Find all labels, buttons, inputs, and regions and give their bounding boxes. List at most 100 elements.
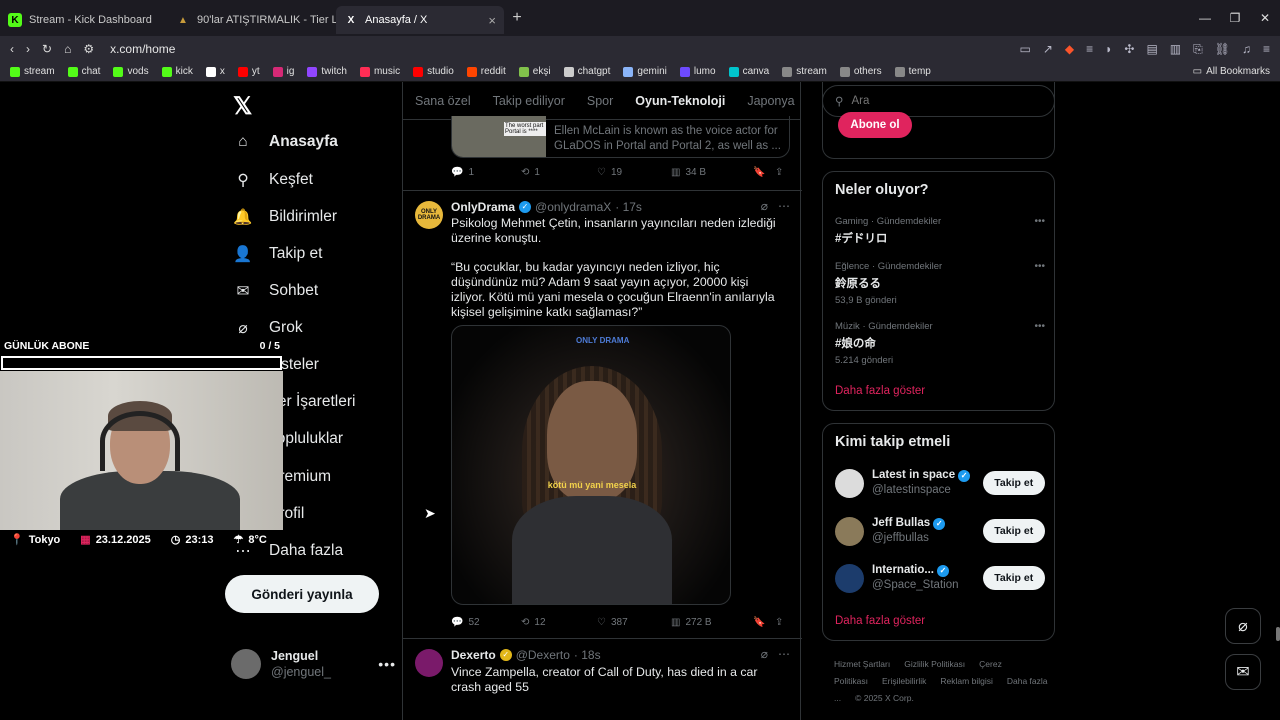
show-more-follow-link[interactable]: Daha fazla göster <box>835 615 925 627</box>
show-more-trends-link[interactable]: Daha fazla göster <box>835 385 925 397</box>
cast-icon[interactable]: ▭ <box>1019 42 1030 57</box>
link-card[interactable]: The worst part Portal is **** Ellen McLa… <box>451 116 790 158</box>
sidebar-icon[interactable]: ▤ <box>1146 42 1157 57</box>
share-button[interactable]: ⇪ <box>775 167 783 178</box>
tab-3[interactable]: Oyun-Teknoloji <box>635 94 725 108</box>
reload-icon[interactable]: ↻ <box>42 42 52 56</box>
tab-x-home[interactable]: X Anasayfa / X × <box>336 6 504 34</box>
views-button[interactable]: ▥ 34 B <box>671 167 753 178</box>
share-button[interactable]: ⇪ <box>775 617 783 628</box>
trend-item[interactable]: Müzik · Gündemdekiler #娘の命 5.214 gönderi ••… <box>835 321 1045 366</box>
shield-icon[interactable]: ◆ <box>1065 42 1074 57</box>
more-icon[interactable]: ⋯ <box>778 199 790 213</box>
tab-kick-dashboard[interactable]: K Stream - Kick Dashboard <box>0 6 168 34</box>
tab-tier-list[interactable]: ▲ 90'lar ATIŞTIRMALIK - Tier List, Kör S… <box>168 6 336 34</box>
screenshot-icon[interactable]: ⎘ <box>1193 42 1203 57</box>
bookmark-twitch[interactable]: twitch <box>307 66 347 77</box>
bookmark-temp[interactable]: temp <box>894 66 931 77</box>
post-button[interactable]: Gönderi yayınla <box>225 575 379 613</box>
bookmark-studio[interactable]: studio <box>413 66 454 77</box>
account-switcher[interactable]: Jenguel @jenguel_ ••• <box>231 648 396 680</box>
footer-link[interactable]: © 2025 X Corp. <box>855 693 914 703</box>
avatar[interactable]: ONLY DRAMA <box>415 201 443 229</box>
url-field[interactable]: x.com/home <box>110 42 175 56</box>
avatar[interactable] <box>835 468 864 498</box>
bookmark-chat[interactable]: chat <box>67 66 100 77</box>
more-options-icon[interactable]: ••• <box>378 656 396 672</box>
grok-fab-button[interactable]: ⌀ <box>1225 608 1261 644</box>
bookmark-x[interactable]: x <box>205 66 225 77</box>
views-button[interactable]: ▥ 272 B <box>671 617 753 628</box>
bookmark-stream[interactable]: stream <box>782 66 827 77</box>
subscribe-button[interactable]: Abone ol <box>838 112 912 138</box>
avatar[interactable] <box>835 563 864 593</box>
share-icon[interactable]: ↗ <box>1043 42 1053 57</box>
like-button[interactable]: ♡ 19 <box>597 167 671 178</box>
audio-icon[interactable]: ◗ <box>1105 42 1112 57</box>
tweet[interactable]: ONLY DRAMA OnlyDrama ✓ @onlydramaX · 17s… <box>403 190 802 638</box>
wallet-icon[interactable]: ▥ <box>1170 42 1181 57</box>
tab-1[interactable]: Takip ediliyor <box>493 94 565 108</box>
bookmark-chatgpt[interactable]: chatgpt <box>563 66 610 77</box>
music-note-icon[interactable]: ♫ <box>1242 42 1251 57</box>
bookmark-lumo[interactable]: lumo <box>679 66 716 77</box>
grok-icon[interactable]: ⌀ <box>761 199 768 213</box>
nav-item-home[interactable]: ⌂ Anasayfa <box>233 132 338 152</box>
bookmark-others[interactable]: others <box>839 66 882 77</box>
timestamp[interactable]: · 18s <box>574 648 601 662</box>
tab-0[interactable]: Sana özel <box>415 94 471 108</box>
bookmark-reddit[interactable]: reddit <box>466 66 506 77</box>
x-logo-icon[interactable]: 𝕏 <box>233 92 252 121</box>
close-icon[interactable]: × <box>488 13 496 28</box>
bookmark-button[interactable]: 🔖 <box>753 167 775 178</box>
minimize-icon[interactable]: — <box>1190 11 1220 25</box>
tweet-video[interactable]: ONLY DRAMA kötü mü yani mesela <box>451 325 731 605</box>
footer-link[interactable]: Reklam bilgisi <box>940 676 992 686</box>
new-tab-button[interactable]: + <box>504 9 530 27</box>
grok-icon[interactable]: ⌀ <box>761 647 768 661</box>
nav-item-mail[interactable]: ✉ Sohbet <box>233 281 319 301</box>
site-info-icon[interactable]: ⚙ <box>83 42 94 56</box>
nav-item-follow[interactable]: 👤 Takip et <box>233 244 322 264</box>
bookmark-button[interactable]: 🔖 <box>753 617 775 628</box>
more-icon[interactable]: ••• <box>1034 321 1045 332</box>
footer-link[interactable]: Gizlilik Politikası <box>904 659 965 669</box>
timestamp[interactable]: · 17s <box>615 200 642 214</box>
window-close-icon[interactable]: ✕ <box>1250 11 1280 25</box>
follow-suggestion[interactable]: Internatio... ✓ @Space_Station Takip et <box>835 561 1045 595</box>
follow-button[interactable]: Takip et <box>982 566 1045 590</box>
follow-suggestion[interactable]: Latest in space ✓ @latestinspace Takip et <box>835 466 1045 500</box>
nav-item-grok[interactable]: ⌀ Grok <box>233 318 302 338</box>
avatar[interactable] <box>835 516 864 546</box>
bookmark-canva[interactable]: canva <box>728 66 769 77</box>
nav-item-search[interactable]: ⚲ Keşfet <box>233 170 313 190</box>
more-icon[interactable]: ••• <box>1034 216 1045 227</box>
more-icon[interactable]: ⋯ <box>778 647 790 661</box>
tweet[interactable]: Dexerto ✓ @Dexerto · 18s ⌀ ⋯ Vince Zampe… <box>403 638 802 720</box>
bookmark-vods[interactable]: vods <box>113 66 149 77</box>
extensions-icon[interactable]: ✣ <box>1124 42 1134 57</box>
bookmark-ekşi[interactable]: ekşi <box>518 66 551 77</box>
follow-button[interactable]: Takip et <box>982 471 1045 495</box>
bookmark-kick[interactable]: kick <box>161 66 193 77</box>
username[interactable]: @onlydramaX <box>535 200 611 214</box>
follow-suggestion[interactable]: Jeff Bullas ✓ @jeffbullas Takip et <box>835 514 1045 548</box>
display-name[interactable]: OnlyDrama <box>451 200 515 214</box>
avatar[interactable] <box>415 649 443 677</box>
tab-4[interactable]: Japonya <box>747 94 794 108</box>
messages-fab-button[interactable]: ✉ <box>1225 654 1261 690</box>
trend-item[interactable]: Gaming · Gündemdekiler #デドリロ ••• <box>835 216 1045 246</box>
home-page-icon[interactable]: ⌂ <box>64 42 71 56</box>
reply-button[interactable]: 💬 1 <box>451 167 521 178</box>
nav-item-bell[interactable]: 🔔 Bildirimler <box>233 207 337 227</box>
link-icon[interactable]: ⛓ <box>1215 42 1230 57</box>
footer-link[interactable]: Hizmet Şartları <box>834 659 890 669</box>
bookmark-ig[interactable]: ig <box>272 66 294 77</box>
reply-button[interactable]: 💬 52 <box>451 617 521 628</box>
bookmark-stream[interactable]: stream <box>10 66 55 77</box>
repost-button[interactable]: ⟲ 12 <box>521 617 597 628</box>
username[interactable]: @Dexerto <box>516 648 570 662</box>
page-scrollbar[interactable] <box>1276 627 1280 641</box>
tab-2[interactable]: Spor <box>587 94 613 108</box>
forward-icon[interactable]: › <box>26 42 30 56</box>
